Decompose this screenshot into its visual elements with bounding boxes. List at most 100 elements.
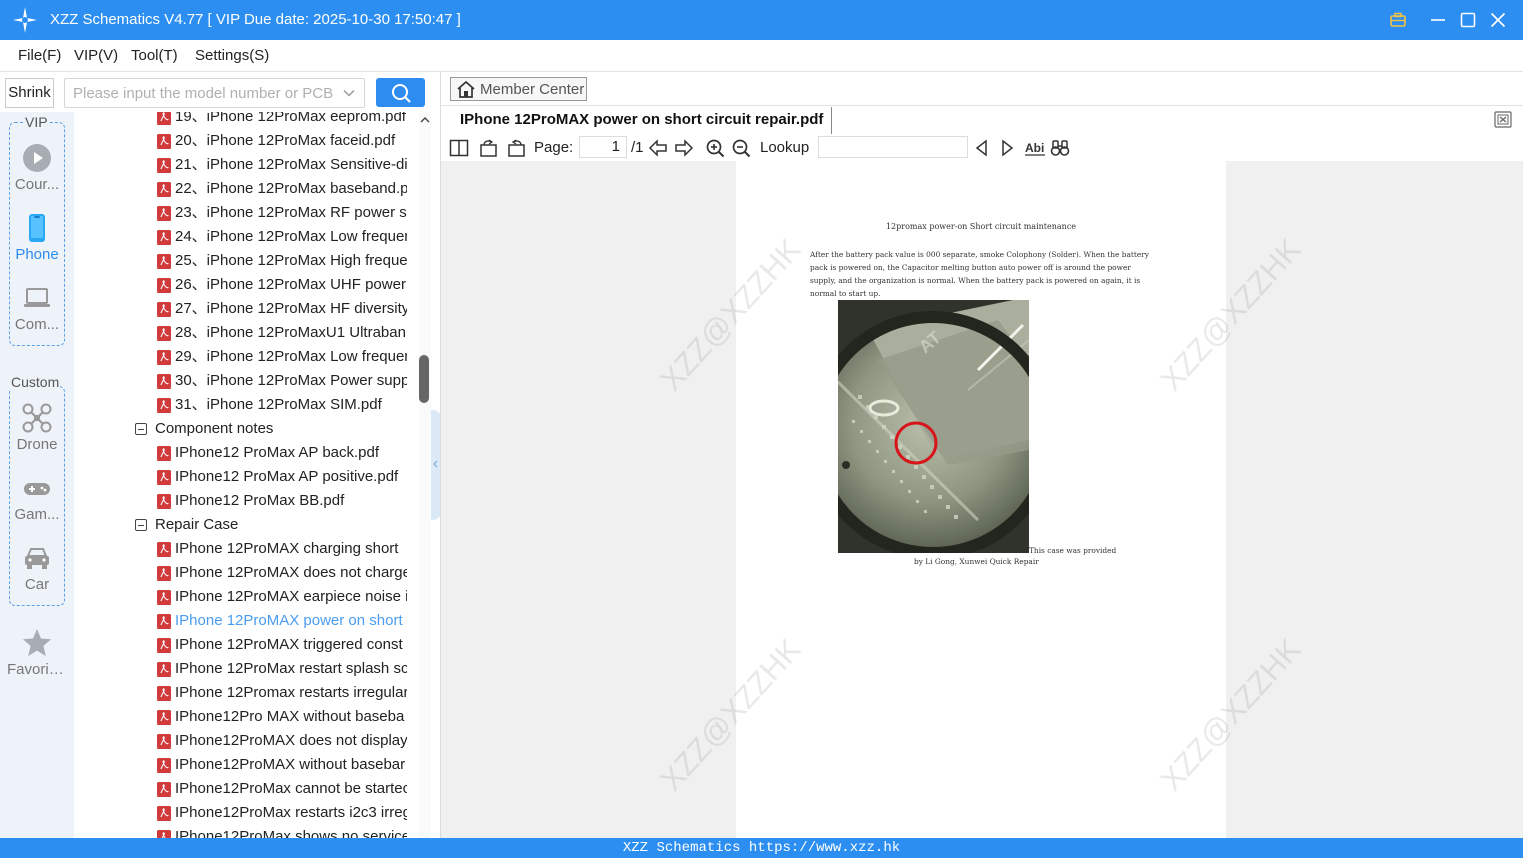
- tree-file-item[interactable]: IPhone 12ProMAX earpiece noise i: [74, 585, 420, 609]
- tree-file-item[interactable]: IPhone12ProMax shows no service: [74, 825, 420, 838]
- tree-file-item[interactable]: IPhone12 ProMax AP back.pdf: [74, 441, 420, 465]
- minimize-button[interactable]: [1426, 8, 1450, 32]
- tree-file-item[interactable]: IPhone12Pro MAX without baseba: [74, 705, 420, 729]
- collapse-toggle-icon[interactable]: [135, 519, 147, 531]
- tree-file-item[interactable]: 21、iPhone 12ProMax Sensitive-di: [74, 153, 420, 177]
- search-button[interactable]: [376, 78, 425, 107]
- rotate-left-icon[interactable]: [479, 138, 499, 158]
- tree-file-item[interactable]: 23、iPhone 12ProMax RF power su: [74, 201, 420, 225]
- member-center-button[interactable]: Member Center: [450, 77, 587, 101]
- page-number-input[interactable]: 1: [579, 136, 627, 158]
- tree-file-item[interactable]: 19、iPhone 12ProMax eeprom.pdf: [74, 112, 420, 129]
- pdf-file-icon: [157, 782, 171, 797]
- model-search-combobox[interactable]: [64, 78, 365, 108]
- sidebar-item-course[interactable]: Cour...: [0, 143, 74, 193]
- tree-scrollbar-track[interactable]: [419, 112, 431, 838]
- previous-page-icon[interactable]: [648, 138, 668, 158]
- tree-item-label: Component notes: [155, 420, 274, 437]
- app-window: XZZ Schematics V4.77 [ VIP Due date: 202…: [0, 0, 1523, 858]
- zoom-in-icon[interactable]: [705, 138, 725, 158]
- match-case-icon[interactable]: Abi: [1024, 138, 1046, 158]
- tree-item-label: IPhone12ProMAX without basebar: [175, 756, 406, 773]
- tree-file-item[interactable]: 20、iPhone 12ProMax faceid.pdf: [74, 129, 420, 153]
- toggle-sidebar-icon[interactable]: [449, 138, 469, 158]
- menu-bar: File(F) VIP(V) Tool(T) Settings(S): [0, 40, 1523, 72]
- tree-file-item[interactable]: IPhone12ProMax restarts i2c3 irreg: [74, 801, 420, 825]
- page-total: /1: [631, 139, 644, 156]
- tree-item-label: 22、iPhone 12ProMax baseband.p: [175, 180, 407, 197]
- sidebar-item-favorites[interactable]: Favorites: [0, 628, 74, 678]
- sidebar-item-car[interactable]: Car: [0, 543, 74, 593]
- sidebar-item-drone[interactable]: Drone: [0, 403, 74, 453]
- pdf-file-icon: [157, 254, 171, 269]
- tree-file-item[interactable]: 22、iPhone 12ProMax baseband.p: [74, 177, 420, 201]
- tree-file-item[interactable]: IPhone 12ProMax restart splash scr: [74, 657, 420, 681]
- pdf-file-icon: [157, 662, 171, 677]
- zoom-out-icon[interactable]: [731, 138, 751, 158]
- menu-settings[interactable]: Settings(S): [195, 47, 269, 64]
- tree-file-item[interactable]: 26、iPhone 12ProMax UHF power: [74, 273, 420, 297]
- tree-file-item[interactable]: 27、iPhone 12ProMax HF diversity: [74, 297, 420, 321]
- tree-item-label: IPhone 12ProMax restart splash scr: [175, 660, 407, 677]
- tree-file-item[interactable]: IPhone 12ProMAX does not charge: [74, 561, 420, 585]
- title-bar[interactable]: XZZ Schematics V4.77 [ VIP Due date: 202…: [0, 0, 1523, 40]
- pdf-file-icon: [157, 398, 171, 413]
- binoculars-icon[interactable]: [1050, 138, 1070, 158]
- tree-file-item[interactable]: 25、iPhone 12ProMax High freque: [74, 249, 420, 273]
- pdf-file-icon: [157, 302, 171, 317]
- pdf-file-icon: [157, 350, 171, 365]
- category-sidebar: VIP Custom Cour... Phone Com... Drone Ga…: [0, 112, 74, 838]
- tree-file-item[interactable]: IPhone12ProMAX does not display: [74, 729, 420, 753]
- file-tree[interactable]: 19、iPhone 12ProMax eeprom.pdf 20、iPhone 1…: [74, 112, 420, 838]
- vip-briefcase-button[interactable]: [1386, 8, 1410, 32]
- sidebar-item-computer[interactable]: Com...: [0, 283, 74, 333]
- maximize-button[interactable]: [1456, 8, 1480, 32]
- pdf-file-icon: [157, 758, 171, 773]
- collapse-toggle-icon[interactable]: [135, 423, 147, 435]
- tree-group[interactable]: Repair Case: [74, 513, 420, 537]
- tree-item-label: IPhone12ProMax restarts i2c3 irreg: [175, 804, 407, 821]
- tree-file-item[interactable]: 29、iPhone 12ProMax Low frequer: [74, 345, 420, 369]
- tree-file-item[interactable]: 28、iPhone 12ProMaxU1 Ultraban: [74, 321, 420, 345]
- tree-file-item[interactable]: 30、iPhone 12ProMax Power supp: [74, 369, 420, 393]
- tree-item-label: IPhone12 ProMax AP back.pdf: [175, 444, 380, 461]
- pdf-file-icon: [157, 638, 171, 653]
- close-button[interactable]: [1486, 8, 1510, 32]
- window-title: XZZ Schematics V4.77 [ VIP Due date: 202…: [50, 11, 461, 28]
- shrink-button[interactable]: Shrink: [5, 78, 54, 108]
- tab-document[interactable]: IPhone 12ProMAX power on short circuit r…: [452, 107, 833, 134]
- tree-file-item[interactable]: IPhone 12ProMAX power on short: [74, 609, 420, 633]
- tree-file-item[interactable]: IPhone12ProMax cannot be startec: [74, 777, 420, 801]
- lookup-input[interactable]: [818, 136, 968, 158]
- sidebar-item-phone[interactable]: Phone: [0, 213, 74, 263]
- pdf-file-icon: [157, 734, 171, 749]
- tree-file-item[interactable]: IPhone 12ProMAX charging short: [74, 537, 420, 561]
- tree-file-item[interactable]: IPhone12ProMAX without basebar: [74, 753, 420, 777]
- next-page-icon[interactable]: [674, 138, 694, 158]
- tree-file-item[interactable]: IPhone12 ProMax BB.pdf: [74, 489, 420, 513]
- scroll-up-icon[interactable]: [419, 114, 431, 126]
- tree-group[interactable]: Component notes: [74, 417, 420, 441]
- pdf-file-icon: [157, 566, 171, 581]
- tree-file-item[interactable]: IPhone 12Promax restarts irregular: [74, 681, 420, 705]
- pdf-viewer[interactable]: 12promax power-on Short circuit maintena…: [441, 161, 1523, 838]
- menu-file[interactable]: File(F): [18, 47, 61, 64]
- tree-scrollbar-thumb[interactable]: [419, 355, 429, 403]
- menu-tool[interactable]: Tool(T): [131, 47, 178, 64]
- lookup-label: Lookup: [760, 139, 810, 156]
- find-previous-icon[interactable]: [972, 138, 992, 158]
- rotate-right-icon[interactable]: [506, 138, 526, 158]
- tree-file-item[interactable]: 24、iPhone 12ProMax Low frequer: [74, 225, 420, 249]
- close-tab-icon[interactable]: [1494, 111, 1512, 128]
- photo-caption-line-1: This case was provided: [1029, 546, 1117, 555]
- tree-file-item[interactable]: 31、iPhone 12ProMax SIM.pdf: [74, 393, 420, 417]
- find-next-icon[interactable]: [997, 138, 1017, 158]
- menu-vip[interactable]: VIP(V): [74, 47, 118, 64]
- search-input[interactable]: [65, 79, 335, 107]
- sidebar-item-game[interactable]: Gam...: [0, 473, 74, 523]
- pdf-page: 12promax power-on Short circuit maintena…: [736, 161, 1226, 838]
- tree-file-item[interactable]: IPhone 12ProMAX triggered const: [74, 633, 420, 657]
- tree-file-item[interactable]: IPhone12 ProMax AP positive.pdf: [74, 465, 420, 489]
- pdf-file-icon: [157, 830, 171, 838]
- chevron-down-icon[interactable]: [342, 86, 356, 100]
